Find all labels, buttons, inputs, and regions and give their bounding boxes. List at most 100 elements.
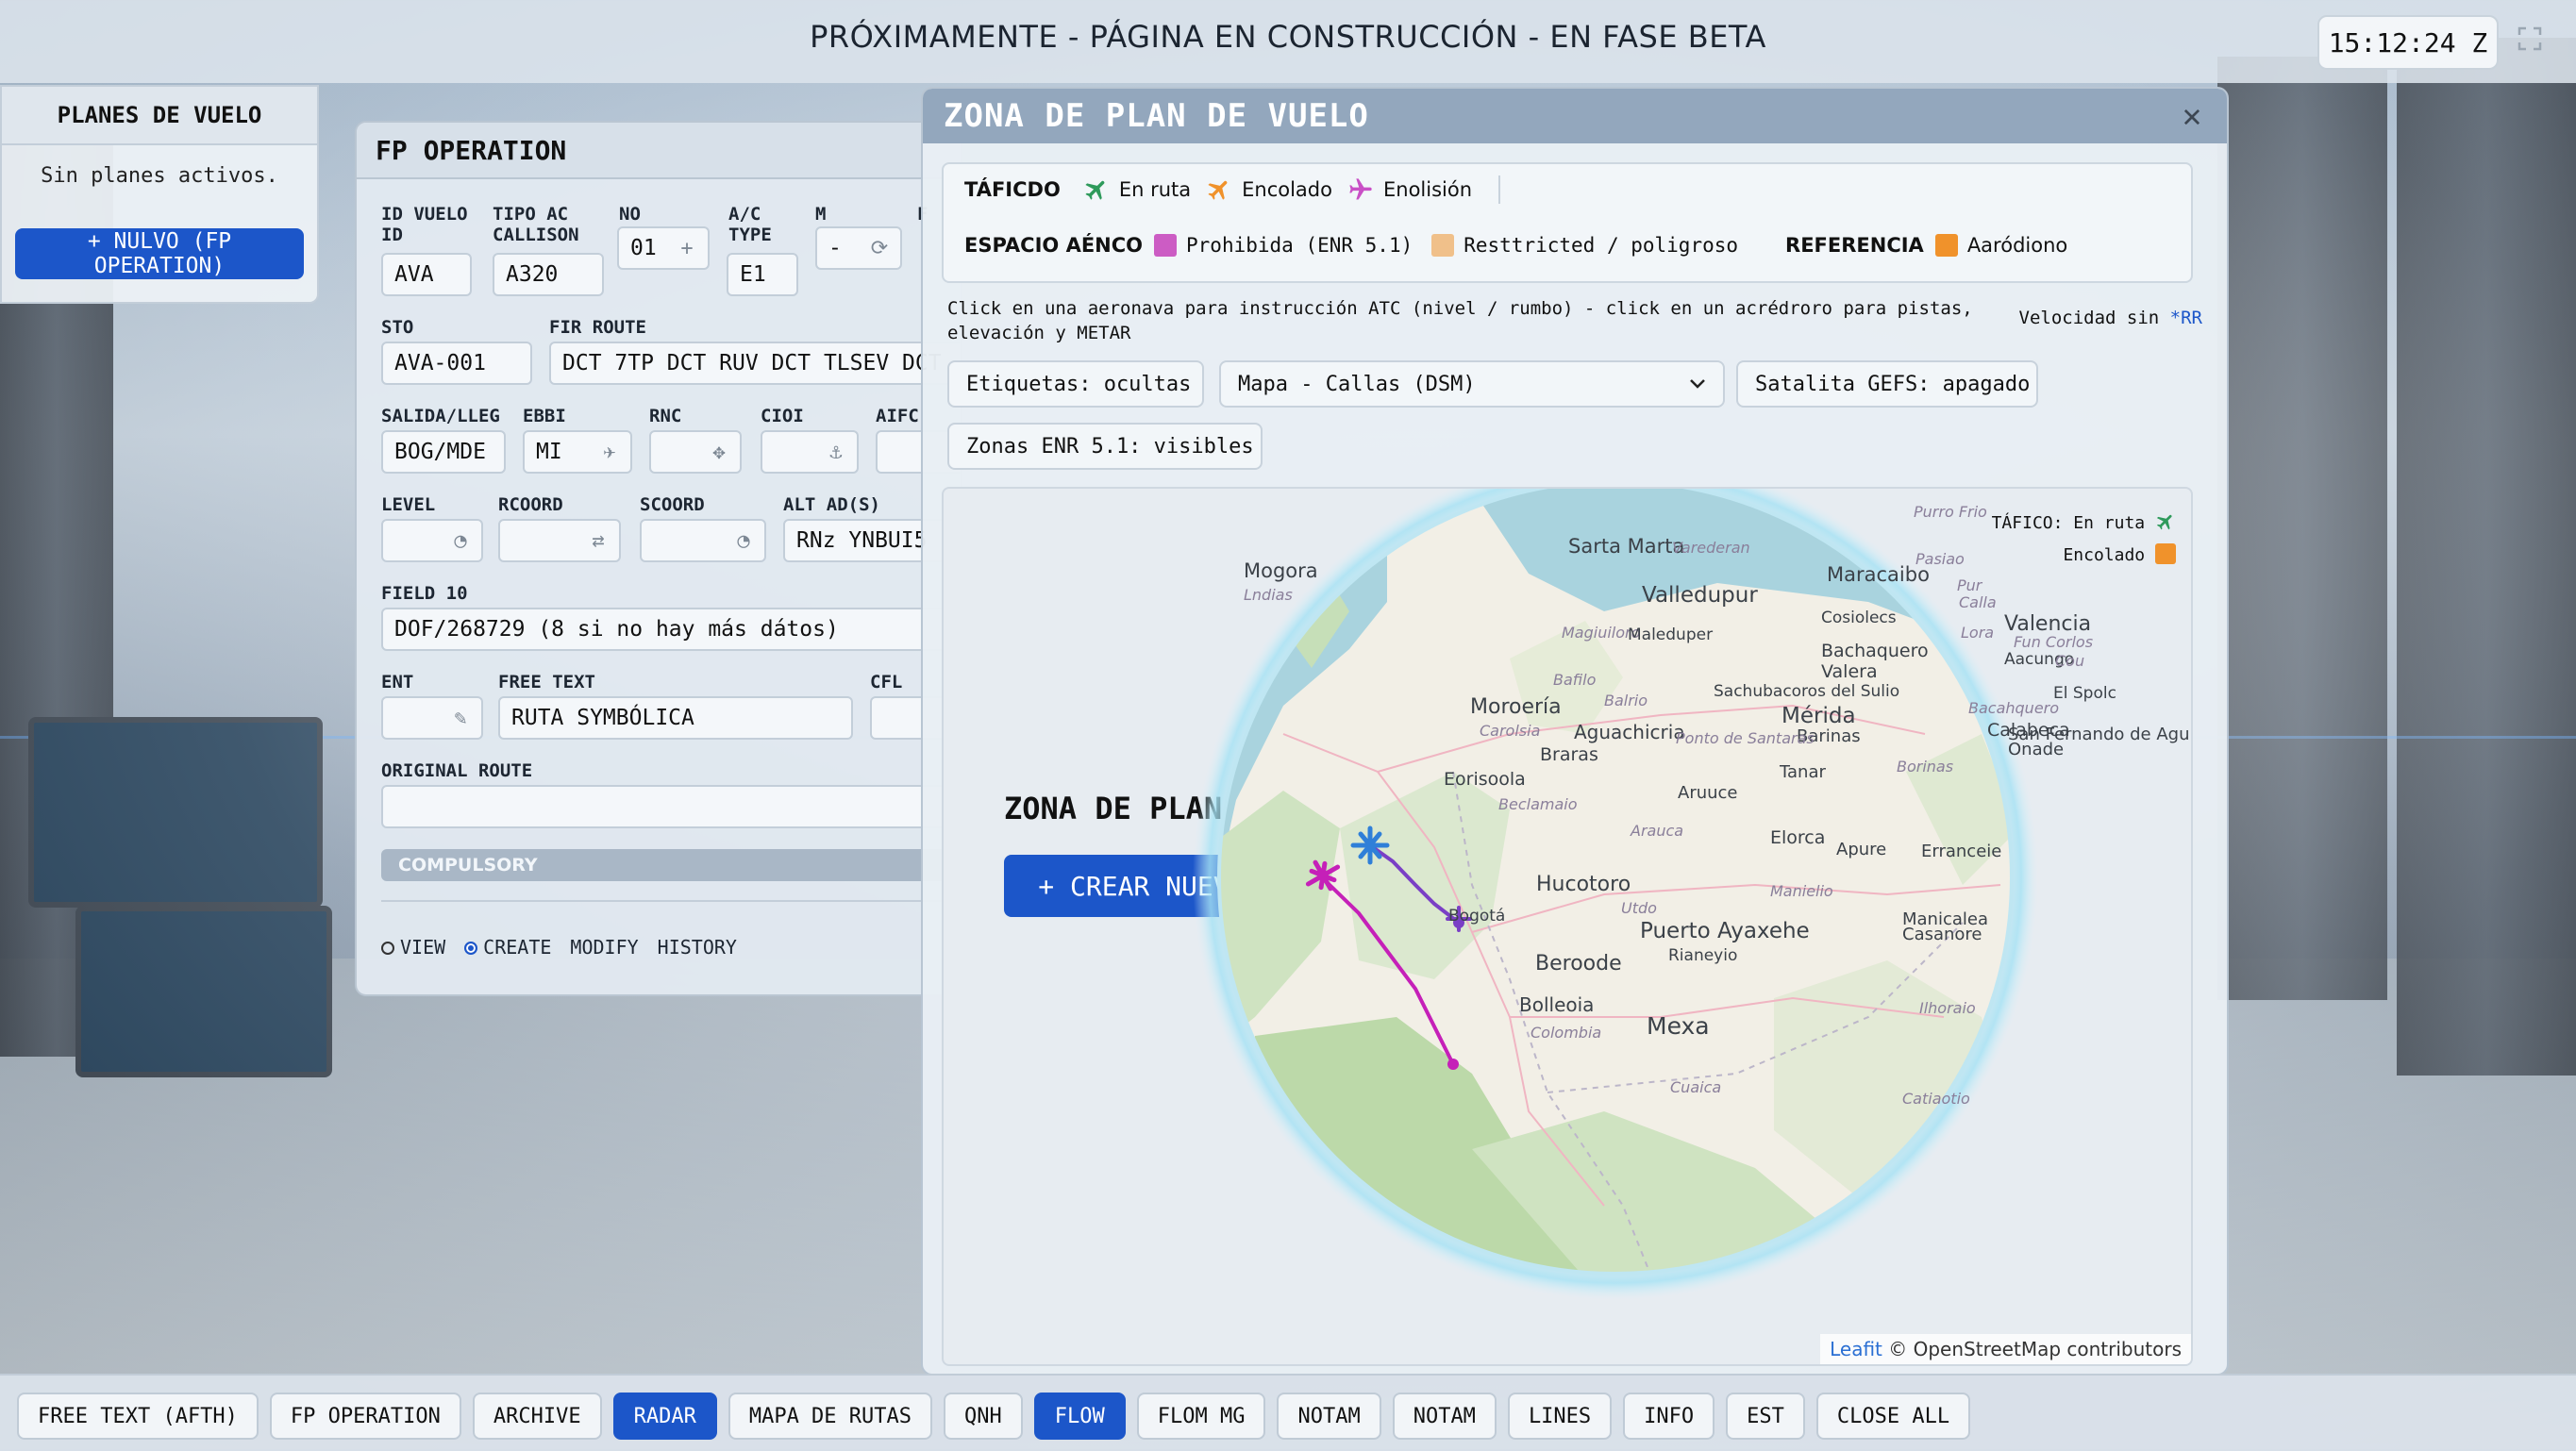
label-ent: ENT (381, 672, 414, 692)
satellite-toggle[interactable]: Satalita GEFS: apagado (1736, 360, 2038, 408)
dock-tab-qnh[interactable]: QNH (944, 1393, 1023, 1440)
dock-tab-radar[interactable]: RADAR (612, 1393, 717, 1440)
utc-clock: 15:12:24 Z (2317, 15, 2499, 70)
dock-tab-lines[interactable]: LINES (1507, 1393, 1613, 1440)
label-m: M (815, 204, 827, 225)
map-place-label: Maracaibo (1827, 563, 1930, 586)
label-aifc: AIFC (876, 406, 919, 426)
ebbi-value: MI (536, 440, 562, 464)
id-vuelo-input[interactable]: AVA (381, 253, 472, 296)
map-place-label: Pasiao (1915, 550, 1965, 568)
chevron-down-icon (1690, 379, 1705, 389)
map-place-label: Colombia (1531, 1024, 1601, 1042)
legend-enolision: Enolisión (1382, 178, 1473, 201)
cioi-input[interactable]: ⚓ (761, 430, 859, 474)
dock-tab-info[interactable]: INFO (1623, 1393, 1715, 1440)
sto-input[interactable]: AVA-001 (381, 342, 532, 385)
flight-plans-empty: Sin planes activos. (41, 164, 278, 188)
rcoord-input[interactable]: ⇄ (498, 519, 621, 562)
map-legend-queued: Encolado (1992, 540, 2176, 572)
radar-map[interactable]: Purro FrioSarta MartaVarederanMaracaiboP… (944, 489, 2191, 1364)
ebbi-input[interactable]: MI ✈ (523, 430, 632, 474)
aerodrome-marker[interactable] (1447, 1059, 1459, 1070)
dock-tab-notam[interactable]: NOTAM (1277, 1393, 1381, 1440)
legend-encolado: Encolado (1242, 178, 1332, 201)
mode-create-label: CREATE (483, 936, 552, 959)
leaflet-link[interactable]: Leafit (1830, 1338, 1882, 1360)
fullscreen-icon[interactable] (2517, 26, 2542, 51)
ac-type-input[interactable]: E1 (727, 253, 798, 296)
salida-input[interactable]: BOG/MDE (381, 430, 506, 474)
tipo-ac-input[interactable]: A320 (493, 253, 604, 296)
map-place-label: Casanore (1902, 925, 1982, 944)
restricted-swatch (1431, 234, 1455, 257)
map-place-label: Hucotoro (1536, 873, 1631, 896)
map-place-label: Manielio (1770, 882, 1833, 900)
dock-tab-flom-mg[interactable]: FLOM MG (1136, 1393, 1266, 1440)
plus-icon[interactable]: + (676, 238, 698, 260)
dock-tab-flow[interactable]: FLOW (1033, 1393, 1126, 1440)
free-text-input[interactable]: RUTA SYMBÓLICA (498, 696, 853, 740)
legend-prohibida: Prohibida (ENR 5.1) (1186, 234, 1413, 257)
rnc-input[interactable]: ✥ (649, 430, 742, 474)
legend-traffic-key: TÁFICDO (964, 178, 1061, 201)
map-place-label: Borinas (1897, 758, 1953, 776)
compulsory-bar[interactable]: COMPULSORY (381, 849, 961, 881)
map-place-label: Arauca (1630, 822, 1683, 840)
map-view[interactable]: ZONA DE PLAN DE VUELO + CREAR NUEVO PLAN (942, 487, 2193, 1366)
dock-tab-free-text-afth[interactable]: FREE TEXT (AFTH) (17, 1393, 259, 1440)
close-icon[interactable]: ✕ (2176, 100, 2208, 132)
map-place-label: Cou (2055, 652, 2084, 670)
dock-tab-close-all[interactable]: CLOSE ALL (1815, 1393, 1971, 1440)
move-icon: ✥ (712, 441, 726, 464)
new-fp-operation-button[interactable]: + NULVO (FP OPERATION) (15, 228, 304, 279)
map-place-label: Aguachicria (1574, 721, 1685, 743)
map-select[interactable]: Mapa - Callas (DSM) (1219, 360, 1725, 408)
enr-zones-toggle[interactable]: Zonas ENR 5.1: visibles (947, 423, 1263, 470)
dock-tab-notam[interactable]: NOTAM (1392, 1393, 1497, 1440)
speed-link[interactable]: *RR (2170, 308, 2202, 328)
map-place-label: Ilhoraio (1919, 999, 1976, 1017)
map-place-label: Puerto Ayaxehe (1640, 919, 1810, 943)
zona-plan-panel: ZONA DE PLAN DE VUELO ✕ TÁFICDO En ruta … (921, 87, 2229, 1376)
ent-input[interactable]: ✎ (381, 696, 483, 740)
map-place-label: Fun Corlos (2014, 633, 2093, 651)
label-free-text: FREE TEXT (498, 672, 595, 692)
original-route-input[interactable] (381, 785, 961, 828)
dock-tab-fp-operation[interactable]: FP OPERATION (269, 1393, 461, 1440)
field10-value: DOF/268729 (8 si no hay más dátos) (394, 617, 839, 642)
map-place-label: Cosiolecs (1821, 609, 1897, 627)
m-select[interactable]: - ⟳ (815, 226, 902, 270)
airplane-magenta-icon (1349, 178, 1372, 200)
dock-tab-est[interactable]: EST (1726, 1393, 1805, 1440)
fp-mode-selector: VIEW CREATE MODIFY HISTORY (381, 936, 737, 959)
map-place-label: Balrio (1604, 692, 1648, 709)
map-place-label: Catiaotio (1902, 1090, 1970, 1108)
fir-route-input[interactable]: DCT 7TP DCT RUV DCT TLSEV DCT (549, 342, 961, 385)
scoord-input[interactable]: ◔ (640, 519, 766, 562)
map-place-label: Beroode (1535, 952, 1622, 976)
speed-label: Velocidad sin (2018, 308, 2160, 328)
label-id-vuelo: ID VUELO ID (381, 204, 468, 245)
refresh-icon[interactable]: ⟳ (868, 238, 891, 260)
label-field10: FIELD 10 (381, 583, 468, 604)
mode-modify[interactable]: MODIFY (570, 936, 638, 959)
level-input[interactable]: ◔ (381, 519, 483, 562)
mode-create[interactable]: CREATE (464, 936, 551, 959)
dock-tab-mapa-de-rutas[interactable]: MAPA DE RUTAS (728, 1393, 933, 1440)
labels-toggle[interactable]: Etiquetas: ocultas (947, 360, 1204, 408)
map-place-label: Pur (1957, 576, 1983, 594)
map-place-label: Carolsia (1480, 722, 1540, 740)
pencil-icon: ✎ (454, 707, 467, 730)
field10-input[interactable]: DOF/268729 (8 si no hay más dátos) (381, 608, 961, 651)
map-place-label: Sarta Marta (1568, 535, 1684, 558)
mode-history[interactable]: HISTORY (658, 936, 737, 959)
mode-view[interactable]: VIEW (381, 936, 445, 959)
fp-operation-panel: FP OPERATION ID VUELO ID TIPO AC CALLISO… (355, 121, 962, 996)
radio-icon (381, 942, 394, 955)
map-legend: TÁFICO: En ruta Encolado (1992, 508, 2176, 572)
map-legend-traffic: TÁFICO: En ruta (1992, 508, 2176, 540)
map-place-label: Ponto de Santaras (1676, 729, 1815, 747)
no-stepper[interactable]: 01 + (617, 226, 710, 270)
dock-tab-archive[interactable]: ARCHIVE (472, 1393, 602, 1440)
